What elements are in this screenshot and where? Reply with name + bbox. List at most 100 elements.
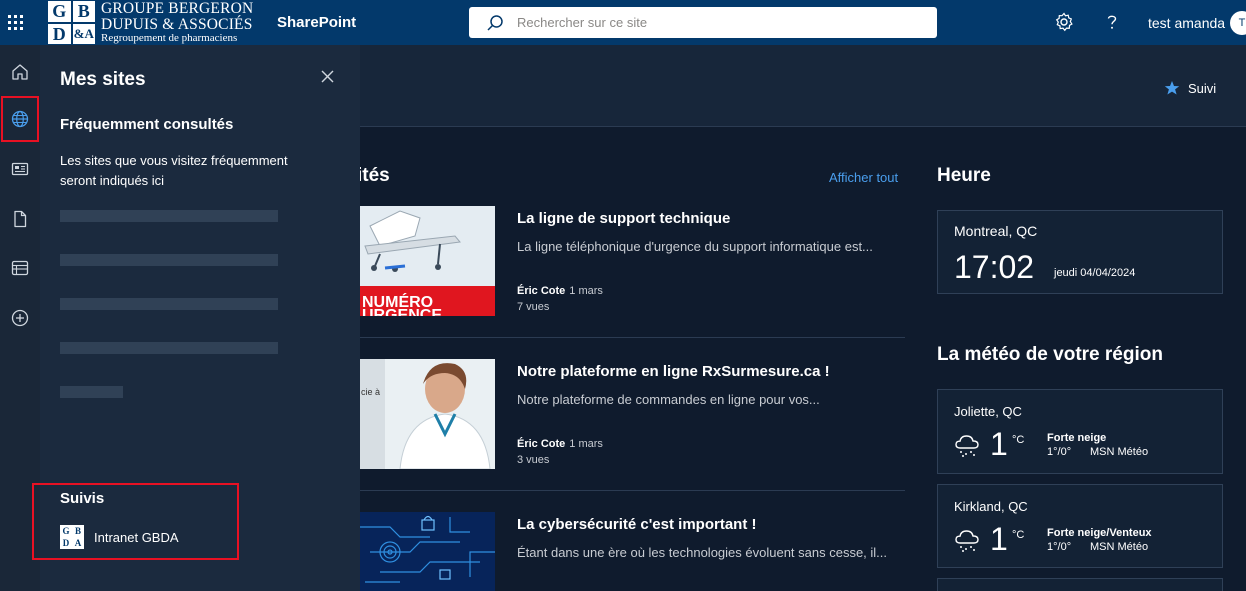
- site-logo: G B D A: [60, 525, 84, 549]
- appbar-files-button[interactable]: [0, 196, 40, 242]
- pharmacist-image: cie à: [360, 359, 495, 469]
- news-item[interactable]: NUMÉRO URGENCE La ligne de support techn…: [360, 206, 905, 316]
- frequent-section-title: Fréquemment consultés: [60, 116, 234, 133]
- news-date: 1 mars: [569, 438, 603, 450]
- news-author: Éric Cote 1 mars: [517, 285, 603, 297]
- follow-label: Suivi: [1188, 80, 1217, 96]
- weather-card: Kirkland, QC 1 °C Forte neige/Venteux 1°…: [937, 484, 1223, 568]
- logo-line: Regroupement de pharmaciens: [101, 32, 238, 44]
- logo-line: GROUPE BERGERON: [101, 0, 254, 17]
- search-box[interactable]: [469, 7, 937, 38]
- help-button[interactable]: [1101, 11, 1123, 33]
- loading-placeholder: [60, 210, 278, 222]
- divider: [360, 337, 905, 338]
- show-all-link[interactable]: Afficher tout: [829, 170, 898, 185]
- app-name-link[interactable]: SharePoint: [277, 14, 356, 31]
- news-views: 7 vues: [517, 301, 550, 313]
- snow-cloud-icon: [955, 530, 979, 552]
- appbar-sites-button[interactable]: [1, 96, 39, 142]
- news-title[interactable]: Notre plateforme en ligne RxSurmesure.ca…: [517, 363, 830, 380]
- appbar-news-button[interactable]: [0, 146, 40, 192]
- weather-card: Joliette, QC 1 °C Forte neige 1°/0° MSN …: [937, 389, 1223, 474]
- weather-unit: °C: [1012, 434, 1025, 446]
- close-icon: [321, 70, 334, 83]
- news-description: Notre plateforme de commandes en ligne p…: [517, 392, 820, 407]
- followed-site-item[interactable]: G B D A Intranet GBDA: [60, 525, 179, 549]
- weather-condition: Forte neige/Venteux: [1047, 527, 1152, 539]
- news-title[interactable]: La ligne de support technique: [517, 210, 730, 227]
- loading-placeholder: [60, 342, 278, 354]
- news-item[interactable]: La cybersécurité c'est important ! Étant…: [360, 512, 905, 591]
- search-input[interactable]: [517, 15, 917, 30]
- logo-letter: G: [62, 525, 70, 536]
- news-description: La ligne téléphonique d'urgence du suppo…: [517, 239, 873, 254]
- logo-letter: D: [62, 537, 70, 548]
- news-views: 3 vues: [517, 454, 550, 466]
- company-logo[interactable]: G B D &A GROUPE BERGERON DUPUIS & ASSOCI…: [47, 0, 253, 45]
- divider: [360, 490, 905, 491]
- weather-condition: Forte neige: [1047, 432, 1107, 444]
- clock-city: Montreal, QC: [954, 223, 1038, 239]
- appbar-home-button[interactable]: [0, 49, 40, 95]
- news-author: Éric Cote 1 mars: [517, 438, 603, 450]
- user-avatar[interactable]: T: [1230, 11, 1246, 35]
- snow-cloud-icon: [955, 435, 979, 457]
- weather-range: 1°/0°: [1047, 541, 1072, 553]
- news-title[interactable]: La cybersécurité c'est important !: [517, 516, 756, 533]
- weather-city: Kirkland, QC: [954, 499, 1028, 514]
- loading-placeholder: [60, 298, 278, 310]
- logo-letter: B: [71, 0, 96, 23]
- weather-unit: °C: [1012, 529, 1025, 541]
- image-text: URGENCE: [362, 307, 442, 316]
- clock-time: 17:02: [954, 249, 1035, 285]
- star-icon: [1164, 81, 1180, 95]
- news-section-title: ités: [357, 165, 390, 186]
- weather-card: [937, 578, 1223, 591]
- news-thumbnail[interactable]: cie à: [360, 359, 495, 469]
- site-header: [360, 45, 1246, 127]
- list-icon: [11, 260, 29, 276]
- followed-site-label: Intranet GBDA: [94, 529, 179, 545]
- appbar-lists-button[interactable]: [0, 245, 40, 291]
- clock-title: Heure: [937, 165, 991, 186]
- search-icon: [487, 14, 503, 31]
- news-thumbnail[interactable]: NUMÉRO URGENCE: [360, 206, 495, 316]
- loading-placeholder: [60, 386, 123, 398]
- logo-mark: G B D &A: [47, 0, 96, 45]
- followed-section-title: Suivis: [60, 490, 105, 507]
- weather-source: MSN Météo: [1090, 541, 1149, 553]
- frequent-section-description: Les sites que vous visitez fréquemment s…: [60, 153, 288, 188]
- author-name: Éric Cote: [517, 285, 566, 297]
- weather-source: MSN Météo: [1090, 446, 1149, 458]
- appbar-create-button[interactable]: [0, 295, 40, 341]
- weather-temp: 1: [990, 521, 1008, 557]
- logo-wordmark: GROUPE BERGERON DUPUIS & ASSOCIÉS Regrou…: [101, 1, 253, 44]
- settings-button[interactable]: [1053, 11, 1075, 33]
- user-name[interactable]: test amanda: [1148, 15, 1225, 31]
- news-description: Étant dans une ère où les technologies é…: [517, 545, 888, 560]
- close-panel-button[interactable]: [318, 67, 338, 87]
- logo-letter: B: [74, 525, 81, 536]
- globe-icon: [11, 110, 29, 128]
- question-mark-icon: [1107, 15, 1117, 29]
- news-item[interactable]: cie à Notre plateforme en ligne RxSurmes…: [360, 359, 905, 469]
- document-icon: [14, 210, 27, 228]
- weather-title: La météo de votre région: [937, 344, 1163, 365]
- waffle-icon: [8, 15, 23, 30]
- logo-letter: D: [47, 22, 72, 45]
- app-launcher-button[interactable]: [0, 0, 31, 45]
- support-line-image: NUMÉRO URGENCE: [360, 206, 495, 316]
- suite-bar: G B D &A GROUPE BERGERON DUPUIS & ASSOCI…: [0, 0, 1246, 45]
- author-name: Éric Cote: [517, 438, 566, 450]
- home-icon: [12, 64, 28, 80]
- follow-button[interactable]: Suivi: [1164, 80, 1216, 96]
- image-text: cie à: [361, 387, 380, 397]
- logo-line: DUPUIS & ASSOCIÉS: [101, 15, 253, 33]
- logo-letter: G: [47, 0, 72, 23]
- news-thumbnail[interactable]: [360, 512, 495, 591]
- cybersecurity-image: [360, 512, 495, 591]
- my-sites-panel: Mes sites Fréquemment consultés Les site…: [32, 45, 360, 591]
- weather-range: 1°/0°: [1047, 446, 1072, 458]
- logo-letter: &A: [71, 22, 96, 45]
- loading-placeholder: [60, 254, 278, 266]
